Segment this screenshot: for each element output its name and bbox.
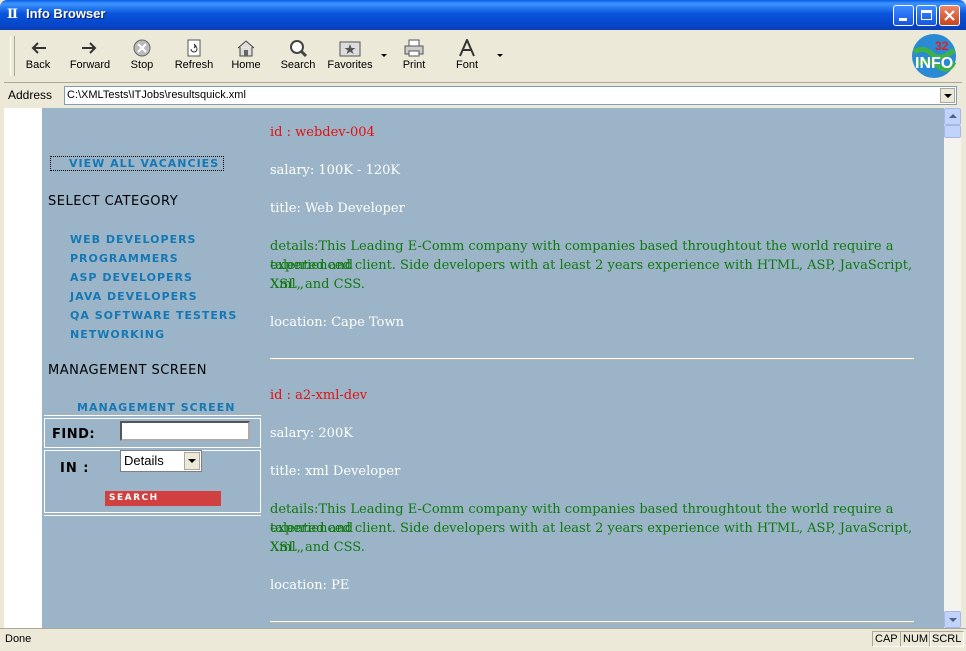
scroll-thumb[interactable] bbox=[944, 125, 961, 138]
management-screen-link[interactable]: MANAGEMENT SCREEN bbox=[77, 401, 235, 414]
form-divider bbox=[260, 418, 261, 448]
result-id: id : a2-xml-dev bbox=[270, 388, 368, 403]
svg-text:INFO: INFO bbox=[915, 55, 953, 72]
caps-lock-indicator: CAP bbox=[872, 631, 901, 647]
print-icon bbox=[404, 39, 424, 57]
category-asp-developers-link[interactable]: ASP DEVELOPERS bbox=[70, 271, 193, 284]
result-location: location: PE bbox=[270, 578, 350, 593]
maximize-button[interactable] bbox=[916, 5, 937, 26]
close-icon bbox=[944, 10, 955, 21]
stop-icon bbox=[133, 39, 151, 57]
category-qa-software-testers-link[interactable]: QA SOFTWARE TESTERS bbox=[70, 309, 237, 322]
forward-label: Forward bbox=[69, 59, 111, 71]
result-details-line: XSL, and CSS. bbox=[270, 277, 365, 292]
font-button[interactable]: Font bbox=[450, 35, 484, 77]
scroll-lock-indicator: SCRL bbox=[929, 631, 965, 647]
management-screen-heading: MANAGEMENT SCREEN bbox=[48, 363, 208, 378]
stop-label: Stop bbox=[130, 59, 154, 71]
scroll-down-button[interactable] bbox=[944, 611, 961, 628]
refresh-icon bbox=[187, 39, 201, 57]
info32-logo: 32 INFO bbox=[910, 32, 958, 80]
result-salary: salary: 200K bbox=[270, 426, 353, 441]
result-separator bbox=[270, 621, 914, 623]
favorites-icon bbox=[339, 41, 361, 57]
refresh-label: Refresh bbox=[174, 59, 214, 71]
address-input[interactable]: C:\XMLTests\ITJobs\resultsquick.xml bbox=[64, 86, 957, 105]
favorites-label: Favorites bbox=[327, 59, 373, 71]
close-button[interactable] bbox=[939, 5, 960, 26]
find-input[interactable] bbox=[120, 421, 250, 441]
result-salary: salary: 100K - 120K bbox=[270, 163, 401, 178]
in-selected-value: Details bbox=[124, 453, 164, 468]
search-form: FIND: IN : Details SEARCH bbox=[44, 415, 261, 516]
favorites-button[interactable]: Favorites bbox=[324, 35, 376, 77]
window-title: Info Browser bbox=[26, 6, 106, 21]
select-category-heading: SELECT CATEGORY bbox=[48, 194, 179, 209]
status-text: Done bbox=[5, 633, 32, 645]
print-button[interactable]: Print bbox=[396, 35, 432, 77]
home-icon bbox=[237, 40, 255, 57]
home-button[interactable]: Home bbox=[228, 35, 264, 77]
form-divider bbox=[44, 512, 261, 516]
home-label: Home bbox=[231, 59, 261, 71]
print-label: Print bbox=[402, 59, 426, 71]
find-label: FIND: bbox=[52, 427, 96, 442]
stop-button[interactable]: Stop bbox=[124, 35, 160, 77]
refresh-button[interactable]: Refresh bbox=[170, 35, 218, 77]
minimize-icon bbox=[899, 18, 907, 21]
in-label: IN : bbox=[60, 461, 90, 476]
view-all-vacancies-link[interactable]: VIEW ALL VACANCIES bbox=[50, 156, 225, 171]
category-networking-link[interactable]: NETWORKING bbox=[70, 328, 165, 341]
font-dropdown-arrow[interactable] bbox=[497, 54, 503, 57]
sidebar: VIEW ALL VACANCIES SELECT CATEGORY WEB D… bbox=[42, 108, 261, 628]
toolbar: Back Forward Stop Refresh Home Search Fa… bbox=[4, 30, 962, 83]
result-id: id : webdev-004 bbox=[270, 125, 375, 140]
svg-text:32: 32 bbox=[935, 39, 949, 53]
back-button[interactable]: Back bbox=[18, 35, 58, 77]
result-title: title: xml Developer bbox=[270, 464, 401, 479]
status-bar: Done CAP NUM SCRL bbox=[0, 628, 966, 651]
category-programmers-link[interactable]: PROGRAMMERS bbox=[70, 252, 179, 265]
result-title: title: Web Developer bbox=[270, 201, 405, 216]
title-bar[interactable]: Ⅱ Info Browser bbox=[0, 0, 966, 30]
forward-arrow-icon bbox=[82, 42, 97, 54]
in-field-select[interactable]: Details bbox=[120, 450, 202, 472]
page-viewport[interactable]: VIEW ALL VACANCIES SELECT CATEGORY WEB D… bbox=[4, 108, 944, 628]
font-icon bbox=[459, 39, 475, 57]
category-java-developers-link[interactable]: JAVA DEVELOPERS bbox=[70, 290, 198, 303]
address-bar: Address C:\XMLTests\ITJobs\resultsquick.… bbox=[4, 84, 962, 106]
search-label: Search bbox=[280, 59, 316, 71]
pillar-icon[interactable]: Ⅱ bbox=[7, 7, 21, 22]
form-divider bbox=[260, 450, 261, 512]
num-lock-indicator: NUM bbox=[900, 631, 932, 647]
minimize-button[interactable] bbox=[893, 5, 914, 26]
result-separator bbox=[270, 358, 914, 360]
maximize-icon bbox=[921, 10, 932, 20]
search-submit-button[interactable]: SEARCH bbox=[105, 491, 221, 506]
address-label: Address bbox=[8, 88, 53, 102]
category-web-developers-link[interactable]: WEB DEVELOPERS bbox=[70, 233, 196, 246]
font-label: Font bbox=[455, 59, 478, 71]
result-location: location: Cape Town bbox=[270, 315, 404, 330]
address-value: C:\XMLTests\ITJobs\resultsquick.xml bbox=[67, 89, 246, 101]
form-divider bbox=[44, 415, 261, 419]
page-content: VIEW ALL VACANCIES SELECT CATEGORY WEB D… bbox=[42, 108, 944, 628]
result-details-line: XSL, and CSS. bbox=[270, 540, 365, 555]
vertical-scrollbar[interactable] bbox=[944, 108, 961, 628]
scroll-up-button[interactable] bbox=[944, 108, 961, 125]
back-label: Back bbox=[25, 59, 51, 71]
toolbar-grip[interactable] bbox=[10, 36, 15, 76]
search-icon bbox=[290, 40, 308, 57]
favorites-dropdown-arrow[interactable] bbox=[381, 54, 387, 57]
form-divider bbox=[44, 418, 45, 448]
search-button[interactable]: Search bbox=[276, 35, 320, 77]
forward-button[interactable]: Forward bbox=[66, 35, 114, 77]
chevron-down-icon[interactable] bbox=[184, 452, 200, 470]
form-divider bbox=[44, 450, 45, 512]
back-arrow-icon bbox=[31, 42, 46, 54]
address-dropdown-button[interactable] bbox=[940, 88, 955, 103]
